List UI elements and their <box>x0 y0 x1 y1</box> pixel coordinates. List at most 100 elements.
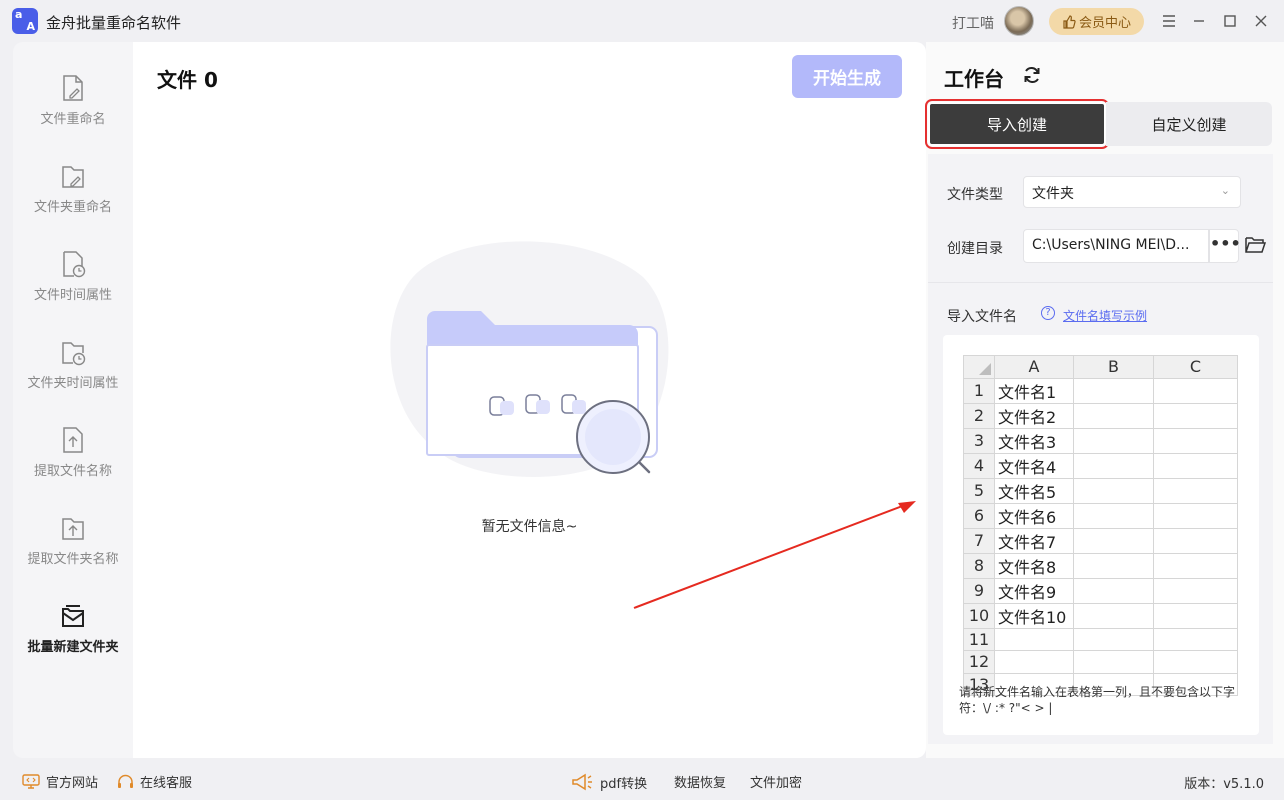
sidebar-item-label: 批量新建文件夹 <box>27 640 119 655</box>
menu-icon[interactable] <box>1158 10 1180 32</box>
pdf-convert-link[interactable]: pdf转换 <box>570 772 647 792</box>
official-website-link[interactable]: 官方网站 <box>22 772 98 791</box>
maximize-icon[interactable] <box>1219 10 1241 32</box>
file-type-label: 文件类型 <box>947 187 1003 203</box>
sidebar-item-extract-folder-names[interactable]: 提取文件夹名称 <box>13 514 133 594</box>
folder-batch-icon <box>62 605 84 627</box>
sidebar-item-label: 文件夹重命名 <box>33 200 112 215</box>
cell-a: 文件名9 <box>994 577 1074 604</box>
sidebar: 文件重命名 文件夹重命名 文件时间属性 文件夹时间属性 提取文件名称 提取文件夹… <box>13 42 133 758</box>
cell-c <box>1153 552 1238 579</box>
cell-b <box>1073 502 1154 529</box>
table-row: 7 文件名7 <box>963 527 1238 554</box>
vip-center-label: 会员中心 <box>1078 16 1131 31</box>
cell-c <box>1153 427 1238 454</box>
workspace-panel: 工作台 导入创建 自定义创建 文件类型 文件夹 ⌄ 创建目录 C:\Users\… <box>925 42 1284 758</box>
cell-b <box>1073 402 1154 429</box>
table-row: 12 <box>963 650 1238 674</box>
open-folder-icon[interactable] <box>1244 236 1266 254</box>
cell-c <box>1153 527 1238 554</box>
cell-b <box>1073 452 1154 479</box>
sidebar-item-file-time[interactable]: 文件时间属性 <box>13 250 133 330</box>
sidebar-item-label: 文件重命名 <box>40 112 106 127</box>
cell-a: 文件名5 <box>994 477 1074 504</box>
bottom-bar: 官方网站 在线客服 pdf转换 数据恢复 文件加密 版本：v5.1.0 <box>0 760 1284 800</box>
row-number: 7 <box>963 527 995 554</box>
title-bar: a A 金舟批量重命名软件 打工喵 会员中心 <box>0 0 1284 42</box>
browse-more-button[interactable]: ••• <box>1209 229 1241 263</box>
table-row: 6 文件名6 <box>963 502 1238 529</box>
folder-upload-icon <box>62 518 84 540</box>
import-names-label: 导入文件名 <box>947 309 1017 325</box>
cell-c <box>1153 502 1238 529</box>
app-logo-icon: a A <box>12 8 38 34</box>
refresh-icon[interactable] <box>1022 65 1042 85</box>
minimize-icon[interactable] <box>1188 10 1210 32</box>
website-icon <box>22 774 40 789</box>
file-type-select[interactable]: 文件夹 ⌄ <box>1023 176 1241 208</box>
create-dir-label: 创建目录 <box>947 241 1003 257</box>
table-row: 3 文件名3 <box>963 427 1238 454</box>
sidebar-item-batch-new-folder[interactable]: 批量新建文件夹 <box>13 602 133 682</box>
sidebar-item-file-rename[interactable]: 文件重命名 <box>13 74 133 154</box>
user-name[interactable]: 打工喵 <box>952 13 994 33</box>
row-number: 11 <box>963 627 995 652</box>
cell-a: 文件名1 <box>994 377 1074 404</box>
headset-icon <box>118 774 133 788</box>
row-number: 2 <box>963 402 995 429</box>
cell-c <box>1153 627 1238 652</box>
cell-c <box>1153 577 1238 604</box>
online-service-label: 在线客服 <box>140 776 193 791</box>
sidebar-item-folder-rename[interactable]: 文件夹重命名 <box>13 162 133 242</box>
table-row: 2 文件名2 <box>963 402 1238 429</box>
vip-center-button[interactable]: 会员中心 <box>1049 8 1144 35</box>
cell-c <box>1153 477 1238 504</box>
tab-custom-create[interactable]: 自定义创建 <box>1106 102 1272 146</box>
cell-b <box>1073 377 1154 404</box>
row-number: 10 <box>963 602 995 629</box>
cell-a: 文件名10 <box>994 602 1074 629</box>
cell-b <box>1073 627 1154 652</box>
file-encrypt-link[interactable]: 文件加密 <box>750 772 802 791</box>
cell-a <box>994 627 1074 652</box>
create-dir-input[interactable]: C:\Users\NING MEI\D... <box>1023 229 1209 263</box>
megaphone-icon <box>572 773 592 791</box>
data-recovery-link[interactable]: 数据恢复 <box>674 772 726 791</box>
row-number: 12 <box>963 650 995 674</box>
start-generate-button[interactable]: 开始生成 <box>792 55 902 98</box>
cell-a: 文件名8 <box>994 552 1074 579</box>
thumb-up-icon <box>1063 14 1076 29</box>
cell-b <box>1073 602 1154 629</box>
table-row: 5 文件名5 <box>963 477 1238 504</box>
row-number: 1 <box>963 377 995 404</box>
cell-b <box>1073 427 1154 454</box>
filename-example-link[interactable]: 文件名填写示例 <box>1063 307 1147 324</box>
version-label: 版本：v5.1.0 <box>1184 777 1264 792</box>
column-header: A <box>994 355 1074 379</box>
table-row: 11 <box>963 627 1238 652</box>
sidebar-item-label: 文件夹时间属性 <box>27 376 119 391</box>
empty-folder-illustration <box>390 241 669 477</box>
cell-a: 文件名6 <box>994 502 1074 529</box>
avatar[interactable] <box>1004 6 1034 36</box>
sidebar-item-label: 提取文件名称 <box>33 464 112 479</box>
help-icon[interactable]: ? <box>1041 306 1055 320</box>
spreadsheet-example: A B C 1 文件名1 2 文件名2 3 文件名3 4 文件名4 5 文件名5 6 文件名6 7 文件名… <box>943 335 1259 735</box>
close-icon[interactable] <box>1250 10 1272 32</box>
cell-a <box>994 650 1074 674</box>
sidebar-item-label: 文件时间属性 <box>33 288 112 303</box>
chevron-down-icon: ⌄ <box>1220 184 1230 197</box>
online-service-link[interactable]: 在线客服 <box>117 772 192 791</box>
cell-c <box>1153 452 1238 479</box>
file-clock-icon <box>63 251 86 278</box>
cell-b <box>1073 477 1154 504</box>
sidebar-item-extract-file-names[interactable]: 提取文件名称 <box>13 426 133 506</box>
cell-b <box>1073 577 1154 604</box>
row-number: 3 <box>963 427 995 454</box>
row-number: 8 <box>963 552 995 579</box>
sidebar-item-folder-time[interactable]: 文件夹时间属性 <box>13 338 133 418</box>
import-form: 文件类型 文件夹 ⌄ 创建目录 C:\Users\NING MEI\D... •… <box>928 154 1273 744</box>
tab-import-create[interactable]: 导入创建 <box>925 99 1109 149</box>
table-row: 8 文件名8 <box>963 552 1238 579</box>
cell-c <box>1153 602 1238 629</box>
